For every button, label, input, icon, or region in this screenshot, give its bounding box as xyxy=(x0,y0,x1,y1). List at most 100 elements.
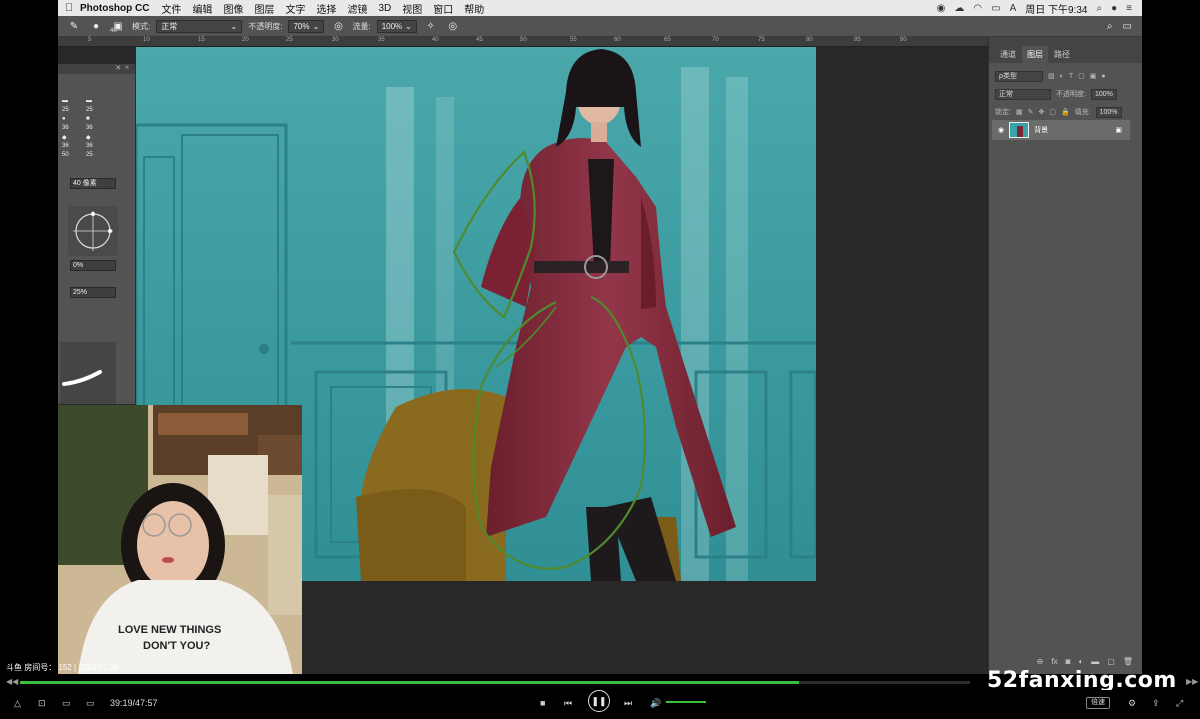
tab-layers[interactable]: 图层 xyxy=(1022,46,1048,63)
pressure-opacity-icon[interactable]: ◎ xyxy=(330,19,346,33)
angle-field[interactable]: 0% xyxy=(70,260,116,271)
brush-size[interactable]: 36 xyxy=(86,125,106,133)
battery-icon[interactable]: ▭ xyxy=(991,3,1000,14)
brush-tip-icon[interactable]: ▬ xyxy=(62,98,82,106)
siri-icon[interactable]: ● xyxy=(1111,3,1117,14)
brush-tip-icon[interactable]: ▬ xyxy=(86,98,106,106)
link-icon[interactable]: ⊖ xyxy=(1037,657,1044,666)
tab-paths[interactable]: 路径 xyxy=(1049,46,1075,63)
notification-icon[interactable]: ≡ xyxy=(1126,3,1132,14)
image-filter-icon[interactable]: ▨ xyxy=(1048,72,1055,80)
danmaku-icon[interactable]: △ xyxy=(14,698,21,709)
rewind-icon[interactable]: ◀◀ xyxy=(6,677,18,686)
mode-select[interactable]: 正常 ⌄ xyxy=(156,19,243,33)
workspace-icon[interactable]: ▭ xyxy=(1123,21,1132,32)
brush-tip-icon[interactable]: ◆ xyxy=(62,134,82,142)
comment-icon[interactable]: ▭ xyxy=(62,698,71,709)
fill-field[interactable]: 100% xyxy=(1095,106,1122,118)
menu-filter[interactable]: 滤镜 xyxy=(347,1,367,16)
progress-bar[interactable] xyxy=(20,681,970,684)
menu-type[interactable]: 文字 xyxy=(285,1,305,16)
flow-field[interactable]: 100% ⌄ xyxy=(376,19,417,33)
menu-view[interactable]: 视图 xyxy=(402,1,422,16)
lock-paint-icon[interactable]: ✎ xyxy=(1028,108,1034,116)
new-layer-icon[interactable]: ▢ xyxy=(1107,657,1115,666)
layer-kind-select[interactable]: ρ类型 xyxy=(995,70,1043,82)
adjustment-icon[interactable]: ◐ xyxy=(1078,657,1083,666)
layer-name[interactable]: 背景 xyxy=(1034,125,1048,135)
cloud-icon[interactable]: ☁ xyxy=(954,3,964,14)
prev-icon[interactable]: ⏮ xyxy=(564,698,572,709)
brush-size[interactable]: 36 xyxy=(86,143,106,151)
shape-filter-icon[interactable]: ▢ xyxy=(1078,72,1085,80)
menu-select[interactable]: 选择 xyxy=(316,1,336,16)
share-icon[interactable]: ⇪ xyxy=(1152,698,1160,709)
opacity-field[interactable]: 70% ⌄ xyxy=(288,19,325,33)
airbrush-icon[interactable]: ✧ xyxy=(423,19,439,33)
apple-icon[interactable]:  xyxy=(58,2,80,14)
pause-button[interactable]: ❚❚ xyxy=(588,690,610,712)
brush-tip-icon[interactable]: ■ xyxy=(86,116,106,124)
lock-all-icon[interactable]: 🔒 xyxy=(1061,108,1070,116)
lock-pixels-icon[interactable]: ▦ xyxy=(1016,108,1023,116)
brush-preset-grid[interactable]: ▬ ▬ 25 25 ● ■ 36 36 ◆ ◆ 36 36 50 25 xyxy=(62,98,108,160)
blend-mode-select[interactable]: 正常 xyxy=(995,88,1051,100)
collapse-icon[interactable]: « xyxy=(125,64,129,74)
search-icon[interactable]: ⌕ xyxy=(1107,21,1113,32)
group-folder-icon[interactable]: ▬ xyxy=(1091,657,1099,666)
menu-file[interactable]: 文件 xyxy=(161,1,181,16)
lock-move-icon[interactable]: ✥ xyxy=(1038,108,1044,116)
eye-icon[interactable]: ◉ xyxy=(937,3,946,14)
menu-layer[interactable]: 图层 xyxy=(254,1,274,16)
smart-filter-icon[interactable]: ▣ xyxy=(1090,72,1097,80)
text-filter-icon[interactable]: T xyxy=(1069,73,1073,80)
clock[interactable]: 周日 下午9:34 xyxy=(1025,1,1087,16)
brush-size-field[interactable]: 40 像素 xyxy=(70,178,116,189)
chat-icon[interactable]: ▭ xyxy=(86,698,95,709)
screen-icon[interactable]: ⊡ xyxy=(38,698,46,709)
menu-edit[interactable]: 编辑 xyxy=(192,1,212,16)
layer-opacity-field[interactable]: 100% xyxy=(1090,88,1117,100)
layer-row-background[interactable]: ◉ 背景 ▣ xyxy=(992,120,1130,140)
filter-toggle-icon[interactable]: ● xyxy=(1101,73,1105,80)
next-icon[interactable]: ⏭ xyxy=(624,698,632,709)
brush-tool-icon[interactable]: ✎ xyxy=(66,19,82,33)
menu-3d[interactable]: 3D xyxy=(378,3,391,14)
fx-icon[interactable]: fx xyxy=(1051,657,1057,666)
brush-preset-icon[interactable]: ● xyxy=(88,19,104,33)
roundness-field[interactable]: 25% xyxy=(70,287,116,298)
brush-size[interactable]: 36 xyxy=(62,125,82,133)
volume-slider[interactable] xyxy=(666,701,706,703)
brush-size[interactable]: 50 xyxy=(62,152,82,160)
settings-icon[interactable]: ⚙ xyxy=(1128,698,1136,709)
tab-channels[interactable]: 通道 xyxy=(995,46,1021,63)
search-icon[interactable]: ⌕ xyxy=(1097,3,1103,14)
app-name[interactable]: Photoshop CC xyxy=(80,3,149,14)
brush-size[interactable]: 36 xyxy=(62,143,82,151)
menu-help[interactable]: 帮助 xyxy=(464,1,484,16)
menu-image[interactable]: 图像 xyxy=(223,1,243,16)
input-method-icon[interactable]: A xyxy=(1010,3,1017,14)
brush-angle-dial[interactable] xyxy=(68,206,118,256)
forward-icon[interactable]: ▶▶ xyxy=(1186,677,1198,686)
brush-size[interactable]: 25 xyxy=(62,107,82,115)
panel-tabs: 通道 图层 路径 xyxy=(989,37,1142,63)
room-info: 斗鱼 房间号： 152 | 2019.01.06 xyxy=(6,663,119,672)
brush-tip-icon[interactable]: ◆ xyxy=(86,134,106,142)
brush-tip-icon[interactable]: ● xyxy=(62,116,82,124)
brush-size[interactable]: 25 xyxy=(86,107,106,115)
lock-artboard-icon[interactable]: ▢ xyxy=(1049,108,1056,116)
volume-icon[interactable]: 🔊 xyxy=(650,698,661,709)
stop-icon[interactable]: ■ xyxy=(540,698,545,708)
pressure-size-icon[interactable]: ◎ xyxy=(445,19,461,33)
visibility-eye-icon[interactable]: ◉ xyxy=(998,126,1004,134)
wifi-icon[interactable]: ◠ xyxy=(973,3,982,14)
speed-button[interactable]: 倍速 xyxy=(1086,697,1110,709)
menu-window[interactable]: 窗口 xyxy=(433,1,453,16)
adjust-filter-icon[interactable]: ◐ xyxy=(1060,73,1064,80)
close-icon[interactable]: ✕ xyxy=(115,64,121,74)
fullscreen-icon[interactable]: ⤢ xyxy=(1176,698,1183,709)
brush-size[interactable]: 25 xyxy=(86,152,106,160)
trash-icon[interactable]: 🗑 xyxy=(1123,657,1133,666)
mask-icon[interactable]: ◙ xyxy=(1066,657,1071,666)
